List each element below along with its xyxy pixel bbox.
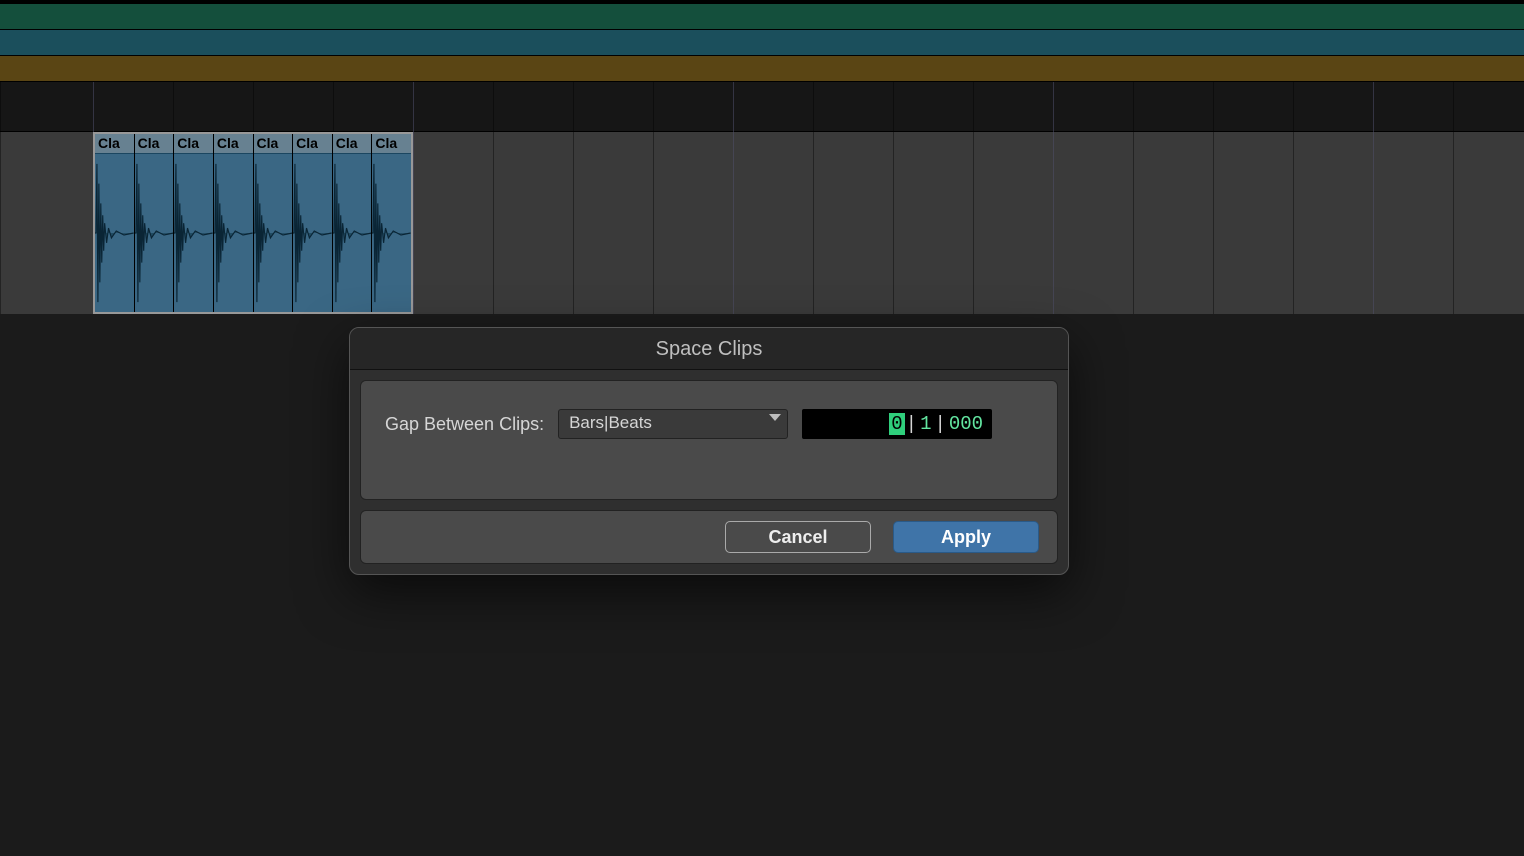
waveform-icon bbox=[293, 154, 332, 312]
clip-label: Cla bbox=[254, 134, 293, 154]
track-header-strip-1 bbox=[0, 4, 1524, 30]
apply-button[interactable]: Apply bbox=[893, 521, 1039, 553]
time-separator: | bbox=[905, 413, 918, 435]
clip-label: Cla bbox=[333, 134, 372, 154]
gap-value-field[interactable]: 0 | 1 | 000 bbox=[802, 409, 992, 439]
waveform-icon bbox=[372, 154, 411, 312]
dialog-footer: Cancel Apply bbox=[360, 510, 1058, 564]
gap-unit-dropdown[interactable]: Bars|Beats bbox=[558, 409, 788, 439]
audio-clip[interactable]: Cla bbox=[95, 134, 135, 312]
chevron-down-icon bbox=[769, 414, 781, 421]
time-bars-segment[interactable]: 0 bbox=[889, 413, 904, 435]
clip-label: Cla bbox=[174, 134, 213, 154]
waveform-icon bbox=[333, 154, 372, 312]
dropdown-value: Bars|Beats bbox=[569, 413, 652, 432]
clip-label: Cla bbox=[293, 134, 332, 154]
audio-clip[interactable]: Cla bbox=[333, 134, 373, 312]
time-ticks-segment[interactable]: 000 bbox=[947, 413, 985, 435]
clip-label: Cla bbox=[214, 134, 253, 154]
audio-clip[interactable]: Cla bbox=[174, 134, 214, 312]
waveform-icon bbox=[95, 154, 134, 312]
waveform-icon bbox=[135, 154, 174, 312]
track-header-strip-2 bbox=[0, 30, 1524, 56]
clip-label: Cla bbox=[95, 134, 134, 154]
dialog-body: Gap Between Clips: Bars|Beats 0 | 1 | 00… bbox=[360, 380, 1058, 500]
audio-clip[interactable]: Cla bbox=[254, 134, 294, 312]
gap-label: Gap Between Clips: bbox=[385, 414, 544, 435]
audio-clip[interactable]: Cla bbox=[214, 134, 254, 312]
clip-selection-group[interactable]: ClaClaClaClaClaClaClaCla bbox=[93, 132, 413, 314]
time-separator: | bbox=[933, 413, 946, 435]
clip-label: Cla bbox=[135, 134, 174, 154]
space-clips-dialog: Space Clips Gap Between Clips: Bars|Beat… bbox=[349, 327, 1069, 575]
audio-clip[interactable]: Cla bbox=[372, 134, 411, 312]
waveform-icon bbox=[174, 154, 213, 312]
audio-clip[interactable]: Cla bbox=[293, 134, 333, 312]
time-beats-segment[interactable]: 1 bbox=[918, 413, 933, 435]
clip-label: Cla bbox=[372, 134, 411, 154]
audio-clip[interactable]: Cla bbox=[135, 134, 175, 312]
dialog-title: Space Clips bbox=[350, 328, 1068, 370]
cancel-button[interactable]: Cancel bbox=[725, 521, 871, 553]
timeline-ruler[interactable] bbox=[0, 82, 1524, 132]
waveform-icon bbox=[214, 154, 253, 312]
track-header-strip-3 bbox=[0, 56, 1524, 82]
waveform-icon bbox=[254, 154, 293, 312]
